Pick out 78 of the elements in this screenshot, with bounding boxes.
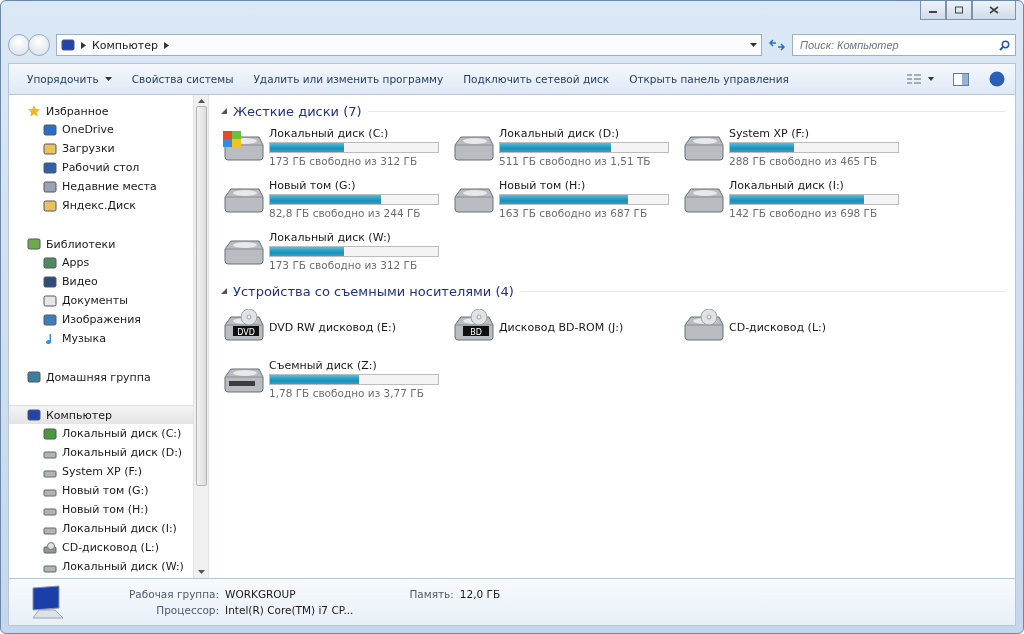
dropdown-arrow-icon[interactable] — [750, 43, 757, 47]
toolbar-button[interactable]: Удалить или изменить программу — [245, 69, 452, 89]
drive-name[interactable]: Съемный диск (Z:) — [269, 359, 439, 372]
refresh-icon[interactable] — [768, 38, 786, 52]
address-bar[interactable]: Компьютер — [56, 34, 762, 56]
free-space: 173 ГБ свободно из 312 ГБ — [269, 155, 419, 167]
drive-name[interactable]: Дисковод BD-ROM (J:) — [499, 320, 624, 334]
detail-label: Рабочая группа: — [129, 588, 220, 600]
sidebar-item[interactable]: CD-дисковод (L:) — [9, 538, 193, 557]
collapse-arrow-icon[interactable] — [221, 108, 227, 114]
sidebar-item[interactable]: Домашняя группа — [9, 367, 193, 386]
sidebar-item[interactable]: OneDrive — [9, 120, 193, 139]
close-button[interactable] — [972, 1, 1016, 20]
drive-name[interactable]: CD-дисковод (L:) — [729, 320, 827, 334]
sidebar-item[interactable]: Видео — [9, 272, 193, 291]
preview-pane-icon[interactable] — [953, 72, 969, 86]
sidebar-item[interactable]: Изображения — [9, 310, 193, 329]
sidebar-item[interactable]: Яндекс.Диск — [9, 196, 193, 215]
search-input[interactable]: Поиск: Компьютер — [798, 38, 978, 52]
drive-name[interactable]: Новый том (H:) — [499, 179, 669, 192]
star-icon — [27, 104, 41, 118]
free-space: 163 ГБ свободно из 687 ГБ — [499, 207, 649, 219]
sidebar-item[interactable]: Новый том (H:) — [9, 500, 193, 519]
free-space: 173 ГБ свободно из 312 ГБ — [269, 259, 419, 271]
sidebar-item[interactable]: Apps — [9, 253, 193, 272]
sidebar-item[interactable]: Библиотеки — [9, 234, 193, 253]
detail-value: 12,0 ГБ — [459, 588, 501, 600]
free-space: 142 ГБ свободно из 698 ГБ — [729, 207, 879, 219]
drive-name[interactable]: Новый том (G:) — [269, 179, 439, 192]
toolbar-button[interactable]: Свойства системы — [123, 69, 242, 89]
scrollbar-thumb[interactable] — [195, 106, 207, 486]
breadcrumb[interactable]: Компьютер — [92, 38, 158, 52]
detail-value: Intel(R) Core(TM) i7 CP... — [225, 604, 354, 616]
scroll-up-icon[interactable] — [197, 99, 205, 103]
detail-label: Процессор: — [155, 604, 220, 616]
chevron-icon — [163, 41, 169, 49]
sidebar-item[interactable]: Рабочий стол — [9, 158, 193, 177]
chevron-icon — [81, 41, 86, 49]
group-header[interactable]: Жесткие диски (7) — [233, 103, 362, 119]
view-options-icon[interactable] — [907, 73, 935, 85]
toolbar-button[interactable]: Упорядочить — [19, 69, 120, 89]
drive-name[interactable]: Локальный диск (C:) — [269, 127, 439, 140]
collapse-arrow-icon[interactable] — [221, 288, 227, 294]
sidebar-item[interactable]: System XP (F:) — [9, 462, 193, 481]
free-space: 511 ГБ свободно из 1,51 ТБ — [499, 155, 652, 167]
minimize-button[interactable] — [920, 1, 946, 20]
group-header[interactable]: Устройства со съемными носителями (4) — [233, 283, 514, 299]
drive-name[interactable]: Локальный диск (D:) — [499, 127, 669, 140]
free-space: 82,8 ГБ свободно из 244 ГБ — [269, 207, 422, 219]
free-space: 1,78 ГБ свободно из 3,77 ГБ — [269, 387, 425, 399]
sidebar-item[interactable]: Локальный диск (C:) — [9, 424, 193, 443]
sidebar-item[interactable]: Новый том (G:) — [9, 481, 193, 500]
sidebar-item[interactable]: Загрузки — [9, 139, 193, 158]
scroll-down-icon[interactable] — [197, 570, 205, 574]
sidebar-item[interactable]: Локальный диск (W:) — [9, 557, 193, 576]
sidebar-item[interactable]: Компьютер — [9, 405, 193, 424]
detail-label: Память: — [409, 588, 454, 600]
sidebar-item[interactable]: Локальный диск (D:) — [9, 443, 193, 462]
sidebar-item[interactable]: Недавние места — [9, 177, 193, 196]
scrollbar[interactable] — [193, 95, 208, 578]
toolbar-button[interactable]: Подключить сетевой диск — [455, 69, 618, 89]
cd-drive-icon — [43, 540, 57, 555]
maximize-icon — [954, 6, 964, 14]
maximize-button[interactable] — [946, 1, 972, 20]
drive-name[interactable]: Локальный диск (W:) — [269, 231, 439, 244]
drive-name[interactable]: System XP (F:) — [729, 127, 899, 140]
sidebar-item[interactable]: Избранное — [9, 101, 193, 120]
drive-name[interactable]: Локальный диск (I:) — [729, 179, 899, 192]
drive-name[interactable]: DVD RW дисковод (E:) — [269, 320, 397, 334]
free-space: 288 ГБ свободно из 465 ГБ — [729, 155, 879, 167]
toolbar-button[interactable]: Открыть панель управления — [621, 69, 797, 89]
sidebar-item[interactable]: Музыка — [9, 329, 193, 348]
sidebar-item[interactable]: Документы — [9, 291, 193, 310]
close-icon — [989, 6, 999, 14]
sidebar-item[interactable]: Локальный диск (I:) — [9, 519, 193, 538]
search-field[interactable]: Поиск: Компьютер — [792, 34, 1016, 56]
detail-value: WORKGROUP — [225, 588, 297, 600]
search-icon — [999, 39, 1010, 51]
